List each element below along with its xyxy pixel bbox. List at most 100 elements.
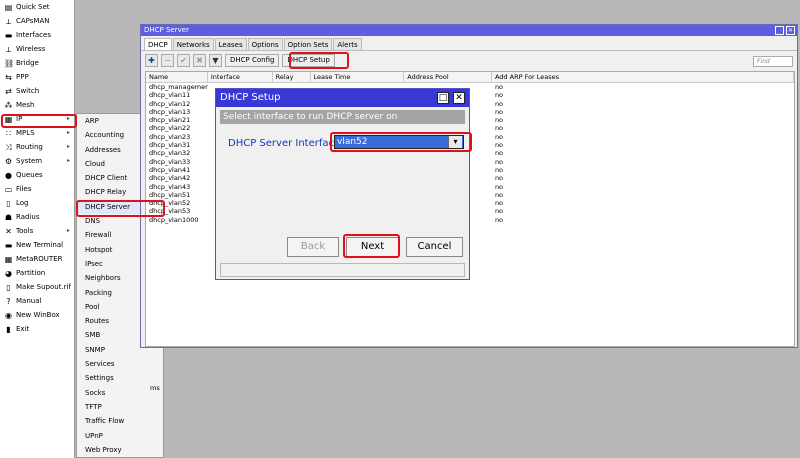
queues-icon: ● bbox=[5, 170, 12, 180]
column-header[interactable]: Relay bbox=[273, 72, 311, 82]
window-title-bar[interactable]: DHCP Server ✕ bbox=[141, 25, 797, 36]
cell-name: dhcp_vlan21 bbox=[149, 116, 191, 125]
switch-icon: ⇄ bbox=[5, 86, 12, 96]
disable-icon[interactable]: ✖ bbox=[193, 54, 206, 67]
sidebar-item[interactable]: ▮ Exit bbox=[0, 322, 74, 336]
radius-icon: ☗ bbox=[4, 212, 13, 222]
interface-select-highlight bbox=[330, 132, 472, 152]
tab[interactable]: Leases bbox=[214, 38, 247, 50]
sidebar-item[interactable]: ⚙ System ▸ bbox=[0, 154, 74, 168]
cell-arp: no bbox=[494, 207, 504, 216]
sidebar-item-label: Routing bbox=[16, 143, 43, 151]
sidebar-item[interactable]: ⁂ Mesh bbox=[0, 98, 74, 112]
column-header[interactable]: Interface bbox=[208, 72, 273, 82]
remove-icon[interactable]: − bbox=[161, 54, 174, 67]
tab[interactable]: Alerts bbox=[333, 38, 362, 50]
column-header[interactable]: Lease Time bbox=[311, 72, 405, 82]
sidebar-item-label: Make Supout.rif bbox=[16, 283, 71, 291]
cell-arp: no bbox=[494, 149, 504, 158]
tab-bar: DHCP Networks Leases Options Option Sets Aler… bbox=[141, 38, 797, 51]
sidebar-item[interactable]: ▯ Log bbox=[0, 196, 74, 210]
cell-arp: no bbox=[494, 116, 504, 125]
sidebar-item[interactable]: ⟂ CAPsMAN bbox=[0, 14, 74, 28]
sidebar-item[interactable]: ⛓ Bridge bbox=[0, 56, 74, 70]
sidebar-item-label: Exit bbox=[16, 325, 30, 333]
window-title: DHCP Server bbox=[144, 26, 189, 34]
sidebar-item[interactable]: ▯ Make Supout.rif bbox=[0, 280, 74, 294]
dhcp-server-highlight bbox=[76, 200, 165, 217]
sidebar-item-label: Wireless bbox=[16, 45, 46, 53]
sidebar-item[interactable]: ◕ Partition bbox=[0, 266, 74, 280]
capsman-icon: ⟂ bbox=[5, 16, 12, 26]
find-input[interactable]: Find bbox=[753, 56, 793, 67]
sidebar-item[interactable]: ▦ MetaROUTER bbox=[0, 252, 74, 266]
partition-icon: ◕ bbox=[5, 268, 12, 278]
tab[interactable]: DHCP bbox=[144, 38, 172, 50]
sidebar-item[interactable]: ▬ New Terminal bbox=[0, 238, 74, 252]
metarouter-icon: ▦ bbox=[4, 254, 13, 264]
sidebar-item-label: New WinBox bbox=[16, 311, 60, 319]
cell-name: dhcp_vlan43 bbox=[149, 182, 191, 191]
sidebar-item[interactable]: ⤨ Routing ▸ bbox=[0, 140, 74, 154]
column-header[interactable]: Address Pool bbox=[404, 72, 492, 82]
sidebar-item[interactable]: ✕ Tools ▸ bbox=[0, 224, 74, 238]
sidebar-item-label: Manual bbox=[16, 297, 42, 305]
sidebar: ▤ Quick Set ⟂ CAPsMAN ▬ Interfaces ⟂ Wireless ⛓ B… bbox=[0, 0, 75, 458]
dhcp-setup-highlight bbox=[289, 52, 349, 69]
next-button-highlight bbox=[343, 234, 400, 258]
submenu-arrow-icon: ▸ bbox=[66, 157, 70, 164]
mpls-icon: ∷ bbox=[5, 128, 12, 138]
sidebar-item[interactable]: ▤ Quick Set bbox=[0, 0, 74, 14]
sidebar-item[interactable]: ⇆ PPP bbox=[0, 70, 74, 84]
cell-arp: no bbox=[494, 182, 504, 191]
maximize-icon[interactable] bbox=[775, 26, 784, 35]
submenu-arrow-icon: ▸ bbox=[66, 227, 70, 234]
dialog-title-bar[interactable]: DHCP Setup □ ✕ bbox=[216, 89, 469, 107]
tab[interactable]: Option Sets bbox=[283, 38, 333, 50]
sidebar-item-label: Bridge bbox=[16, 59, 39, 67]
cell-name: dhcp_vlan13 bbox=[149, 107, 191, 116]
submenu-item[interactable]: Web Proxy bbox=[77, 443, 163, 457]
submenu-item[interactable]: Traffic Flow bbox=[77, 414, 163, 428]
sidebar-item[interactable]: ⇄ Switch bbox=[0, 84, 74, 98]
sidebar-item[interactable]: ● Queues bbox=[0, 168, 74, 182]
cell-arp: no bbox=[494, 99, 504, 108]
submenu-item[interactable]: Services bbox=[77, 357, 163, 371]
sidebar-item-label: Radius bbox=[16, 213, 40, 221]
sidebar-item[interactable]: ? Manual bbox=[0, 294, 74, 308]
column-header[interactable]: Name bbox=[146, 72, 208, 82]
sidebar-item[interactable]: ∷ MPLS ▸ bbox=[0, 126, 74, 140]
manual-icon: ? bbox=[6, 296, 11, 306]
add-icon[interactable]: ✚ bbox=[145, 54, 158, 67]
cell-name: dhcp_vlan31 bbox=[149, 141, 191, 150]
back-button[interactable]: Back bbox=[287, 237, 339, 257]
cell-arp: no bbox=[494, 91, 504, 100]
filter-icon[interactable]: ▼ bbox=[209, 54, 222, 67]
cell-name: dhcp_vlan51 bbox=[149, 190, 191, 199]
sidebar-item[interactable]: ◉ New WinBox bbox=[0, 308, 74, 322]
sidebar-item[interactable]: ▬ Interfaces bbox=[0, 28, 74, 42]
submenu-item[interactable]: TFTP bbox=[77, 400, 163, 414]
sidebar-item[interactable]: ⟂ Wireless bbox=[0, 42, 74, 56]
dhcp-config-button[interactable]: DHCP Config bbox=[225, 54, 280, 67]
sidebar-item-label: Queues bbox=[16, 171, 43, 179]
enable-icon[interactable]: ✔ bbox=[177, 54, 190, 67]
sidebar-item-label: Files bbox=[16, 185, 32, 193]
sidebar-item-label: Interfaces bbox=[16, 31, 51, 39]
tab[interactable]: Options bbox=[247, 38, 283, 50]
submenu-arrow-icon: ▸ bbox=[66, 129, 70, 136]
sidebar-item[interactable]: ☗ Radius bbox=[0, 210, 74, 224]
column-header[interactable]: Add ARP For Leases bbox=[492, 72, 795, 82]
tab[interactable]: Networks bbox=[172, 38, 214, 50]
submenu-item[interactable]: UPnP bbox=[77, 429, 163, 443]
exit-icon: ▮ bbox=[6, 324, 11, 334]
close-icon[interactable]: ✕ bbox=[786, 26, 795, 35]
dialog-close-icon[interactable]: ✕ bbox=[453, 92, 465, 104]
sidebar-item-label: Partition bbox=[16, 269, 46, 277]
sidebar-item[interactable]: ▭ Files bbox=[0, 182, 74, 196]
dialog-maximize-icon[interactable]: □ bbox=[437, 92, 449, 104]
cancel-button[interactable]: Cancel bbox=[406, 237, 463, 257]
toolbar: ✚ − ✔ ✖ ▼ DHCP Config DHCP Setup bbox=[141, 52, 797, 69]
cell-arp: no bbox=[494, 124, 504, 133]
ip-menu-highlight bbox=[1, 114, 77, 128]
